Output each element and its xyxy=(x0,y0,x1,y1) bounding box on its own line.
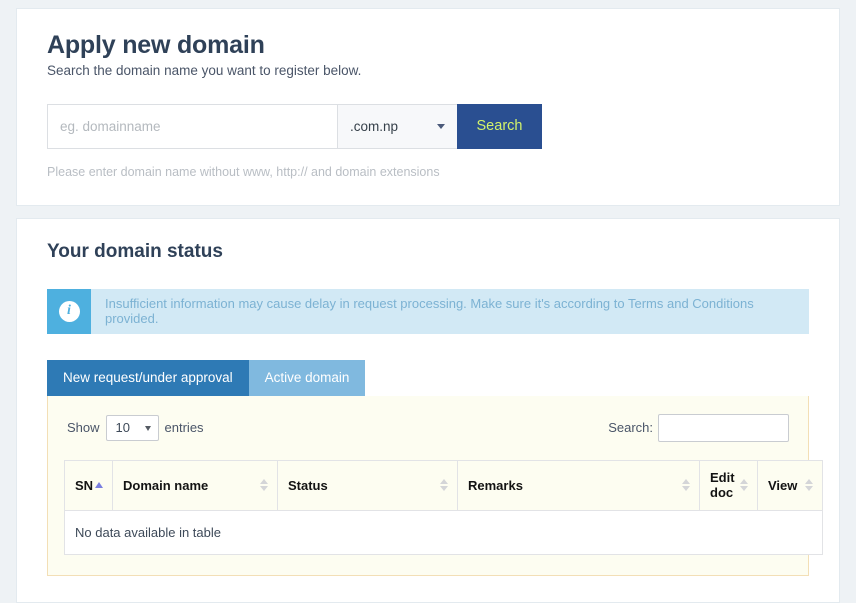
domain-status-table: SN Domain name Status Remarks Edit doc V… xyxy=(64,459,823,555)
page-title: Apply new domain xyxy=(47,31,265,59)
page-root: Apply new domain Search the domain name … xyxy=(0,0,856,603)
table-empty-message: No data available in table xyxy=(64,509,823,555)
datatable-controls: Show 10 entries Search: xyxy=(64,413,792,442)
tld-select-value: .com.np xyxy=(350,118,399,134)
page-length-value: 10 xyxy=(115,420,130,436)
show-label: Show xyxy=(67,420,100,436)
tab-new-request-label: New request/under approval xyxy=(63,370,233,386)
domain-status-tabs: New request/under approval Active domain xyxy=(47,359,809,396)
table-search-input[interactable] xyxy=(658,413,789,442)
info-alert: i Insufficient information may cause del… xyxy=(47,288,809,334)
apply-new-domain-card: Apply new domain Search the domain name … xyxy=(16,8,840,206)
sort-ascending-icon xyxy=(95,482,103,489)
column-header-status-label: Status xyxy=(288,477,328,493)
table-empty-row: No data available in table xyxy=(64,509,823,555)
tab-active-domain-label: Active domain xyxy=(264,370,350,386)
table-search-label: Search: xyxy=(608,420,653,436)
datatable-panel: Show 10 entries Search: SN Domain name S… xyxy=(47,395,823,576)
sort-both-icon xyxy=(740,478,749,492)
domain-name-input[interactable] xyxy=(47,103,337,149)
table-body: No data available in table xyxy=(64,509,823,555)
entries-label: entries xyxy=(164,420,204,436)
column-header-view[interactable]: View xyxy=(757,459,823,511)
sort-both-icon xyxy=(260,478,269,492)
column-header-view-label: View xyxy=(768,477,798,493)
tab-new-request[interactable]: New request/under approval xyxy=(47,359,249,396)
domain-input-hint: Please enter domain name without www, ht… xyxy=(47,164,440,179)
column-header-domain-name-label: Domain name xyxy=(123,477,209,493)
tab-active-domain[interactable]: Active domain xyxy=(248,359,366,396)
sort-both-icon xyxy=(682,478,691,492)
column-header-sn-label: SN xyxy=(75,477,94,493)
table-header-row: SN Domain name Status Remarks Edit doc V… xyxy=(64,459,823,511)
info-icon: i xyxy=(58,300,80,322)
domain-status-title: Your domain status xyxy=(47,240,223,262)
datatable-filter-control: Search: xyxy=(608,413,789,442)
info-alert-icon-box: i xyxy=(47,288,91,334)
domain-status-card: Your domain status i Insufficient inform… xyxy=(16,217,840,603)
tld-select[interactable]: .com.np xyxy=(337,103,457,149)
page-subtitle: Search the domain name you want to regis… xyxy=(47,62,362,78)
column-header-remarks-label: Remarks xyxy=(468,477,523,493)
column-header-status[interactable]: Status xyxy=(277,459,458,511)
chevron-down-icon xyxy=(144,425,151,431)
domain-search-group: .com.np Search xyxy=(47,103,542,149)
column-header-edit-doc-label: Edit doc xyxy=(710,470,735,501)
column-header-edit-doc[interactable]: Edit doc xyxy=(699,459,758,511)
chevron-down-icon xyxy=(437,124,445,130)
column-header-remarks[interactable]: Remarks xyxy=(457,459,700,511)
search-button[interactable]: Search xyxy=(457,103,542,149)
table-header: SN Domain name Status Remarks Edit doc V… xyxy=(64,459,823,511)
sort-both-icon xyxy=(805,478,814,492)
info-alert-message: Insufficient information may cause delay… xyxy=(105,296,754,327)
sort-both-icon xyxy=(440,478,449,492)
page-length-select[interactable]: 10 xyxy=(105,414,159,441)
column-header-sn[interactable]: SN xyxy=(64,459,113,511)
datatable-length-control: Show 10 entries xyxy=(67,414,204,441)
column-header-domain-name[interactable]: Domain name xyxy=(112,459,278,511)
